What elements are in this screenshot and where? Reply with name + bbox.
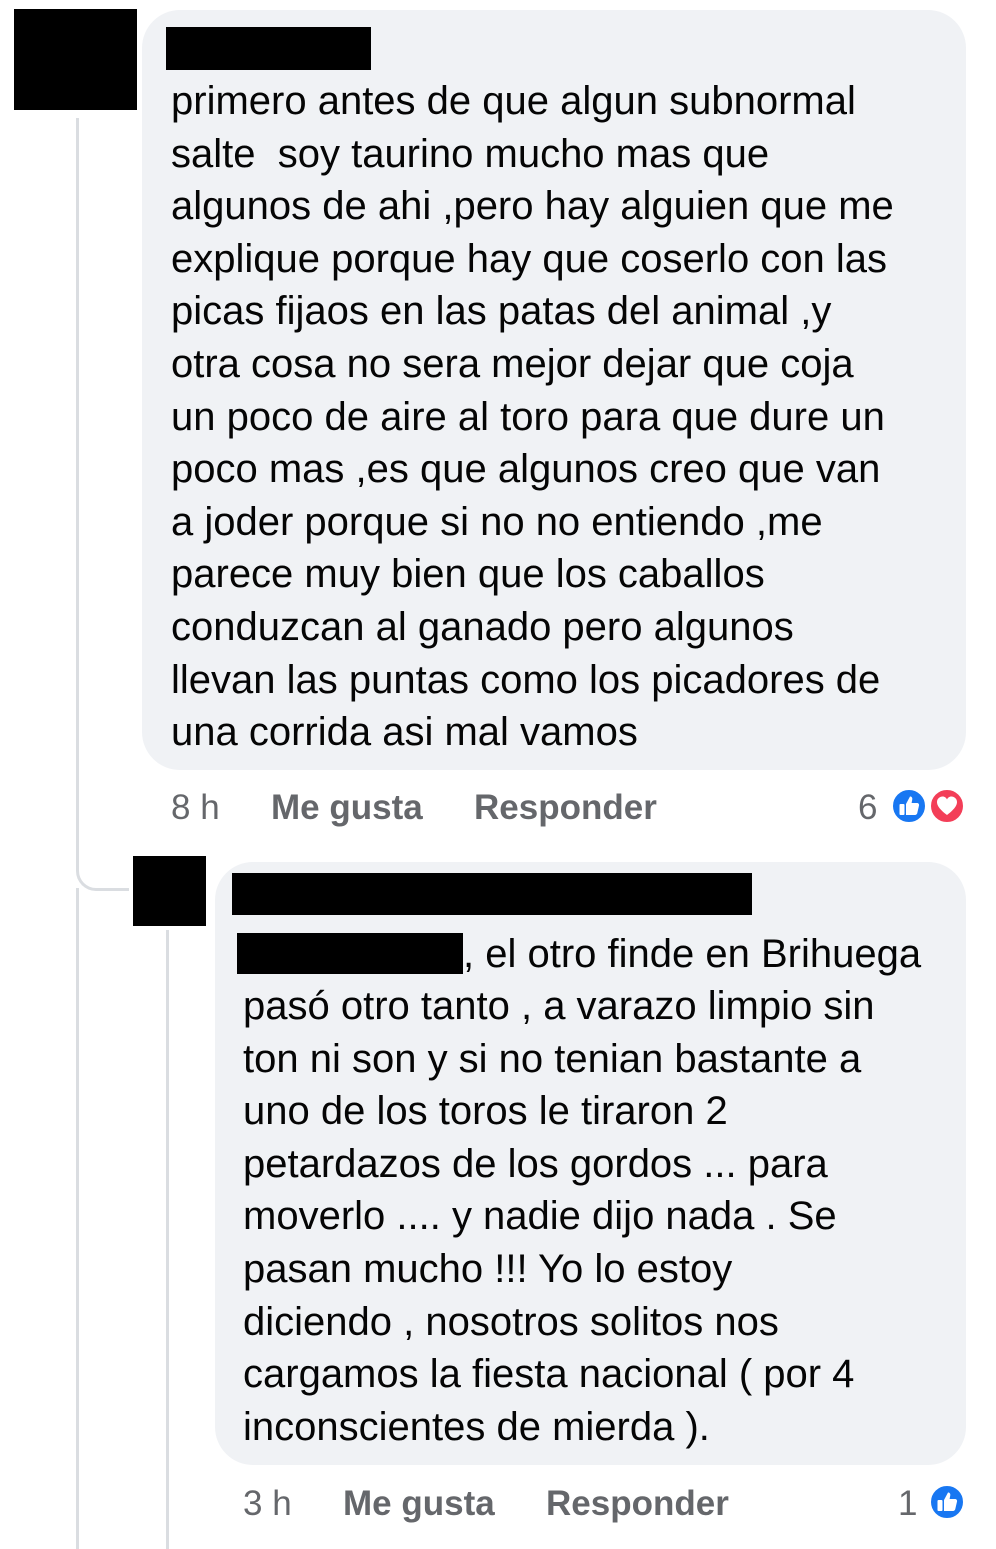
text-line: un poco de aire al toro para que dure un [171,394,885,439]
reply-like-button[interactable]: Me gusta [343,1484,495,1524]
author-name[interactable] [166,27,371,70]
text-line: picas fijaos en las patas del animal ,y [171,289,832,334]
text-line: pasó otro tanto , a varazo limpio sin [243,984,875,1028]
like-icon [928,1483,966,1521]
mentioned-user[interactable] [237,933,463,974]
text-line: a joder porque si no no entiendo ,me [171,499,823,544]
text-line: moverlo .... y nadie dijo nada . Se [243,1194,837,1239]
love-icon [928,787,966,825]
reply-first-line: , el otro finde en Brihuega [463,932,922,976]
text-line: conduzcan al ganado pero algunos [171,604,794,649]
reply-reaction-count[interactable]: 1 [898,1484,917,1524]
text-line: petardazos de los gordos ... para [243,1141,828,1186]
comment-timestamp[interactable]: 8 h [171,788,220,828]
reply-avatar[interactable] [133,856,206,926]
text-line: parece muy bien que los caballos [171,552,765,597]
like-icon [890,787,928,825]
like-button[interactable]: Me gusta [271,788,423,828]
text-line: una corrida asi mal vamos [171,710,638,755]
thread-line-main [76,118,129,891]
text-line: inconscientes de mierda ). [243,1404,710,1449]
reaction-count[interactable]: 6 [858,788,877,828]
text-line: otra cosa no sera mejor dejar que coja [171,341,854,386]
reply-button[interactable]: Responder [474,788,657,828]
text-line: uno de los toros le tiraron 2 [243,1089,728,1134]
reply-timestamp[interactable]: 3 h [243,1484,292,1524]
reply-text: pasó otro tanto , a varazo limpio sin ton… [243,980,874,1453]
avatar[interactable] [14,9,137,110]
text-line: salte soy taurino mucho mas que [171,131,770,176]
text-line: cargamos la fiesta nacional ( por 4 [243,1352,855,1397]
thread-line-main-continuation [76,888,79,1549]
text-line: poco mas ,es que algunos creo que van [171,447,881,492]
thread-line-reply [166,930,169,1549]
text-line: llevan las puntas como los picadores de [171,657,881,702]
reply-author-name[interactable] [232,873,752,915]
text-line: algunos de ahi ,pero hay alguien que me [171,184,894,229]
text-line: primero antes de que algun subnormal [171,79,856,123]
text-line: ton ni son y si no tenian bastante a [243,1036,862,1081]
comment-text: primero antes de que algun subnormal salt… [171,75,894,759]
text-line: pasan mucho !!! Yo lo estoy [243,1246,733,1291]
text-line: explique porque hay que coserlo con las [171,236,888,281]
text-line: diciendo , nosotros solitos nos [243,1299,779,1344]
reply-reply-button[interactable]: Responder [546,1484,729,1524]
